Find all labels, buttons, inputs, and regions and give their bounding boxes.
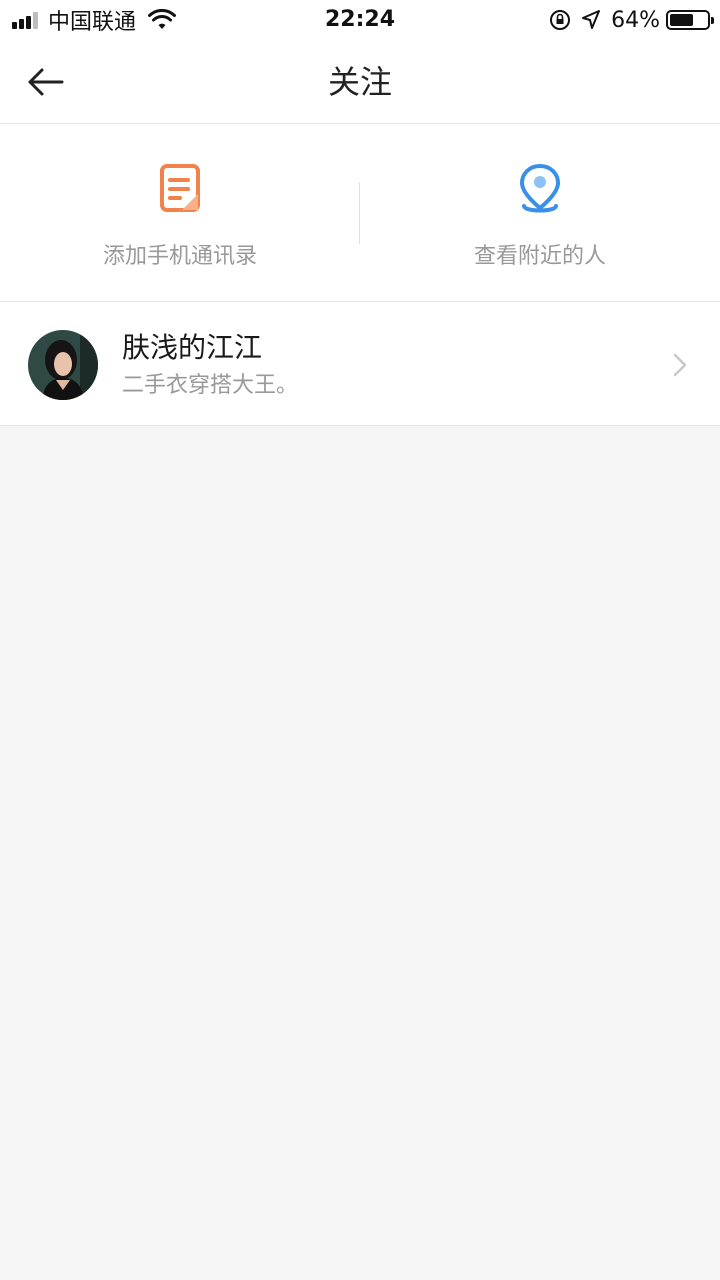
- status-bar: 中国联通 22:24 64%: [0, 0, 720, 40]
- item-name: 肤浅的江江: [122, 331, 263, 364]
- chevron-right-icon: [673, 353, 687, 377]
- contact-book-icon: [160, 164, 200, 212]
- add-contacts-button[interactable]: 添加手机通讯录: [0, 124, 360, 302]
- location-arrow-icon: [582, 10, 601, 29]
- status-right: 64%: [549, 6, 714, 34]
- page-title: 关注: [327, 63, 392, 101]
- rotation-lock-icon: [550, 10, 571, 30]
- nearby-people-label: 查看附近的人: [473, 244, 606, 269]
- avatar-image: [28, 330, 98, 400]
- icon-wrap: [0, 162, 360, 218]
- quick-actions: 添加手机通讯录 查看附近的人: [0, 124, 720, 302]
- battery-percent: 64%: [611, 7, 660, 33]
- add-contacts-label: 添加手机通讯录: [102, 244, 257, 269]
- nearby-people-button[interactable]: 查看附近的人: [360, 124, 720, 302]
- battery-icon: [666, 10, 714, 30]
- avatar[interactable]: [28, 330, 98, 400]
- nav-bar: 关注: [0, 40, 720, 124]
- follow-list: 肤浅的江江 二手衣穿搭大王。: [0, 302, 720, 426]
- icon-wrap: [360, 162, 720, 218]
- location-pin-icon: [520, 164, 560, 213]
- list-item[interactable]: 肤浅的江江 二手衣穿搭大王。: [0, 302, 720, 426]
- item-description: 二手衣穿搭大王。: [122, 373, 299, 398]
- battery-fill: [670, 14, 693, 26]
